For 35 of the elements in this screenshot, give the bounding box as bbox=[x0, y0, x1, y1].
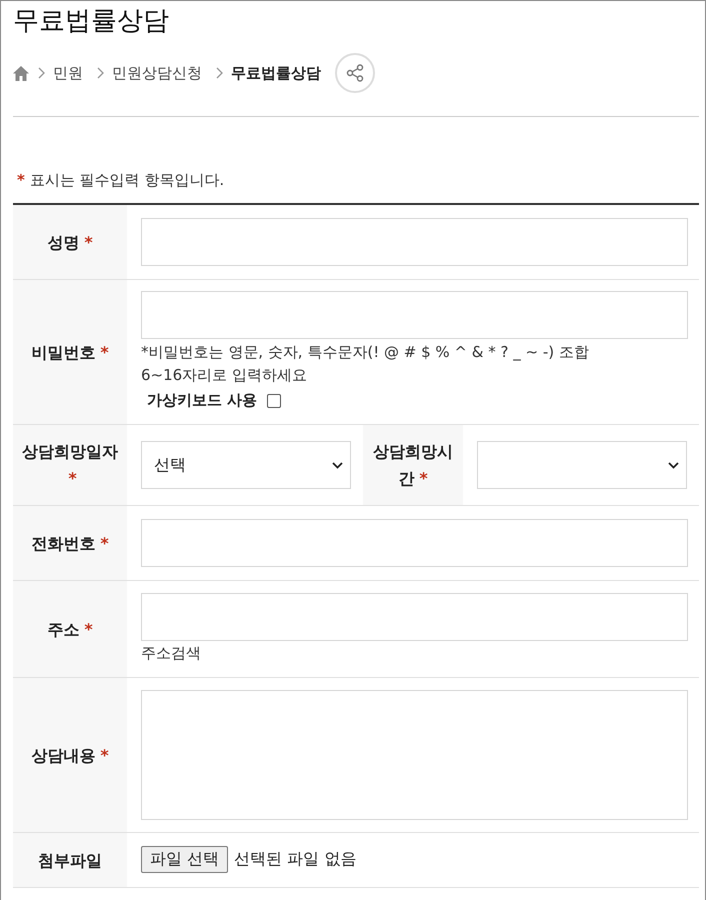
field-label: 첨부파일 bbox=[38, 850, 102, 872]
text-area[interactable] bbox=[141, 690, 688, 820]
file-status: 선택된 파일 없음 bbox=[234, 849, 356, 870]
field-label: 상담희망시간 * bbox=[372, 441, 454, 490]
field-label: 상담내용 * bbox=[31, 744, 109, 766]
field-label: 주소 * bbox=[47, 618, 93, 640]
input-field[interactable] bbox=[141, 218, 688, 266]
chevron-icon bbox=[97, 67, 104, 79]
field-label: 상담희망일자 * bbox=[21, 441, 119, 490]
breadcrumb-link[interactable]: 무료법률상담 bbox=[231, 64, 321, 82]
checkbox-label: 가상키보드 사용 bbox=[147, 391, 258, 410]
caret-icon bbox=[668, 462, 679, 468]
field-label: 성명 * bbox=[47, 232, 93, 254]
field-label: 전화번호 * bbox=[31, 532, 109, 554]
caret-icon bbox=[332, 462, 343, 468]
required-note: 표시는 필수입력 항목입니다. bbox=[30, 171, 224, 190]
chevron-icon bbox=[38, 67, 45, 79]
file-choose-button[interactable]: 파일 선택 bbox=[141, 846, 228, 873]
page-title: 무료법률상담 bbox=[13, 5, 170, 38]
select-field[interactable] bbox=[477, 441, 687, 489]
checkbox[interactable] bbox=[267, 394, 282, 408]
password-hint: *비밀번호는 영문, 숫자, 특수문자(! @ # $ % ^ & * ? _ ~ -) 조합 6~16자리로 입력하세요 bbox=[141, 342, 590, 386]
share-icon bbox=[346, 64, 364, 82]
home-icon[interactable] bbox=[13, 66, 29, 80]
password-field[interactable] bbox=[141, 291, 688, 339]
breadcrumb-link[interactable]: 민원상담신청 bbox=[112, 64, 202, 82]
chevron-icon bbox=[216, 67, 223, 79]
share-button[interactable] bbox=[335, 53, 375, 93]
required-mark: * bbox=[17, 171, 25, 190]
field-label: 비밀번호 * bbox=[31, 342, 109, 364]
input-field[interactable] bbox=[141, 519, 688, 567]
address-search-link[interactable]: 주소검색 bbox=[141, 644, 201, 663]
address-field[interactable] bbox=[141, 593, 688, 641]
select-field[interactable]: 선택 bbox=[141, 441, 351, 489]
breadcrumb-link[interactable]: 민원 bbox=[53, 64, 83, 82]
